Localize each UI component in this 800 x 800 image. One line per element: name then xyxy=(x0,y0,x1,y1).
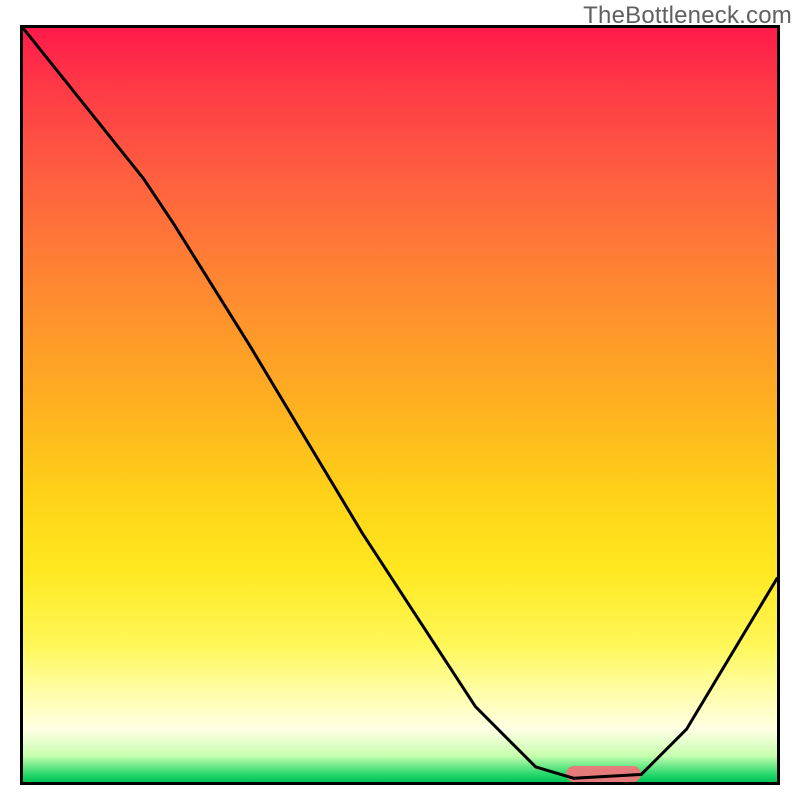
bottleneck-curve xyxy=(23,28,777,782)
chart-container: TheBottleneck.com xyxy=(0,0,800,800)
plot-area xyxy=(20,25,780,785)
watermark-text: TheBottleneck.com xyxy=(583,2,792,30)
